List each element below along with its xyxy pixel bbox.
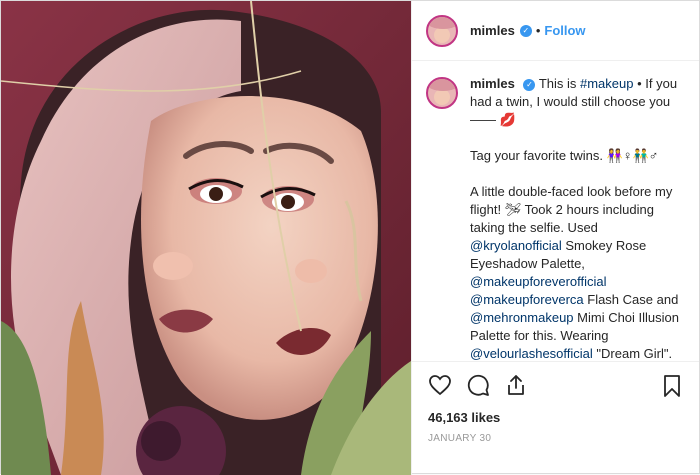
caption-text-part: "Dream Girl". xyxy=(592,346,673,361)
caption-username-link[interactable]: mimles xyxy=(470,76,515,91)
caption-text-part: A little double-faced look before my fli… xyxy=(470,184,673,235)
mention-link[interactable]: @kryolanofficial xyxy=(470,238,562,253)
post-date[interactable]: JANUARY 30 xyxy=(428,433,683,444)
hashtag-link[interactable]: #makeup xyxy=(580,76,633,91)
mention-link[interactable]: @velourlashesofficial xyxy=(470,346,593,361)
post-sidebar: mimles ✓ • Follow mimles ✓ This is #make… xyxy=(411,1,699,475)
double-face-makeup-image xyxy=(1,1,411,475)
verified-badge-icon: ✓ xyxy=(519,24,532,37)
comments-section: mimles ✓ This is #makeup • If you had a … xyxy=(412,61,699,361)
post-photo[interactable] xyxy=(1,1,411,475)
caption-line2: Tag your favorite twins. 👭♀👬♂ xyxy=(470,148,659,163)
username-link[interactable]: mimles xyxy=(470,23,515,38)
caption: mimles ✓ This is #makeup • If you had a … xyxy=(426,75,683,361)
mention-link[interactable]: @makeupforeverofficial xyxy=(470,274,607,289)
verified-badge-icon: ✓ xyxy=(523,78,536,91)
caption-avatar[interactable] xyxy=(426,77,458,109)
separator-dot: • xyxy=(535,23,541,38)
mention-link[interactable]: @mehronmakeup xyxy=(470,310,574,325)
heart-icon[interactable] xyxy=(428,373,452,397)
post-actions: 46,163 likes JANUARY 30 xyxy=(412,361,699,475)
likes-count[interactable]: 46,163 likes xyxy=(428,410,683,425)
instagram-post: mimles ✓ • Follow mimles ✓ This is #make… xyxy=(0,0,700,475)
follow-button[interactable]: Follow xyxy=(544,23,585,38)
bookmark-icon[interactable] xyxy=(661,374,683,398)
post-header: mimles ✓ • Follow xyxy=(412,1,699,61)
comment-icon[interactable] xyxy=(466,373,490,397)
mention-link[interactable]: @makeupforeverca xyxy=(470,292,584,307)
avatar[interactable] xyxy=(426,14,458,47)
action-icons xyxy=(428,372,683,398)
caption-intro: This is xyxy=(538,76,580,91)
share-icon[interactable] xyxy=(504,373,528,397)
caption-text-part: Flash Case and xyxy=(583,292,679,307)
caption-text: mimles ✓ This is #makeup • If you had a … xyxy=(470,75,683,361)
